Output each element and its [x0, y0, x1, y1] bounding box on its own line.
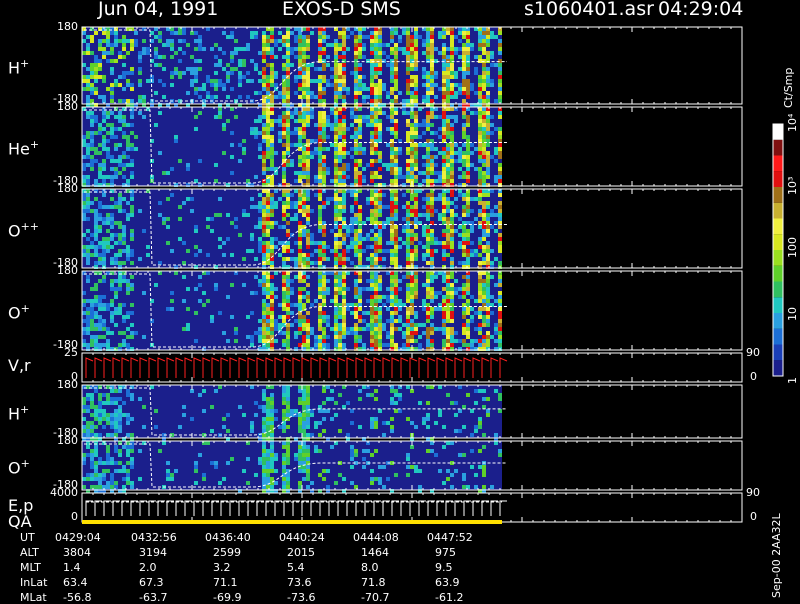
table-cell: 71.8 [361, 576, 386, 589]
y-tick-top: 180 [38, 378, 78, 391]
panel-label: E,pQA [8, 498, 33, 530]
table-cell: 2015 [287, 546, 315, 559]
colorbar-swatch [773, 124, 783, 140]
table-cell: 1464 [361, 546, 389, 559]
panel-label: He+ [8, 137, 39, 157]
table-cell: 0444:08 [353, 531, 399, 544]
table-cell: -56.8 [63, 591, 91, 604]
panel-label: H+ [8, 402, 29, 422]
table-cell: 8.0 [361, 561, 379, 574]
table-cell: 2.0 [139, 561, 157, 574]
panel-bg [82, 353, 502, 382]
table-cell: 2599 [213, 546, 241, 559]
sms-spectrogram-plot [0, 0, 800, 600]
right-tick-top: 90 [746, 486, 760, 499]
table-cell: 1.4 [63, 561, 81, 574]
colorbar-tick: 10⁴ [786, 114, 799, 132]
panel-label: O+ [8, 301, 30, 321]
colorbar-tick: 10³ [786, 177, 799, 195]
panel-label: O++ [8, 219, 39, 239]
table-cell: 0432:56 [131, 531, 177, 544]
colorbar-swatch [773, 266, 783, 282]
colorbar-swatch [773, 282, 783, 298]
table-cell: 3194 [139, 546, 167, 559]
y-tick-top: 25 [38, 346, 78, 359]
colorbar-tick: 100 [786, 237, 799, 258]
colorbar-swatch [773, 345, 783, 361]
table-cell: 0436:40 [205, 531, 251, 544]
table-row-name: MLT [20, 561, 41, 574]
table-cell: -73.6 [287, 591, 315, 604]
table-cell: 67.3 [139, 576, 164, 589]
table-row-name: InLat [20, 576, 47, 589]
colorbar-swatch [773, 156, 783, 172]
colorbar-swatch [773, 329, 783, 345]
table-cell: 9.5 [435, 561, 453, 574]
table-cell: 975 [435, 546, 456, 559]
table-cell: 63.4 [63, 576, 88, 589]
table-cell: 3804 [63, 546, 91, 559]
header-instrument: EXOS-D SMS [282, 0, 401, 20]
y-tick-top: 180 [38, 100, 78, 113]
y-tick-top: 180 [38, 182, 78, 195]
y-tick-top: 180 [38, 264, 78, 277]
spectrogram-bg [82, 441, 502, 490]
colorbar-title: Ct/Smp [782, 68, 795, 108]
table-cell: -63.7 [139, 591, 167, 604]
table-cell: 5.4 [287, 561, 305, 574]
colorbar-swatch [773, 140, 783, 156]
y-tick-bottom: 0 [38, 510, 78, 523]
panel-bg [82, 493, 502, 522]
panel-label: H+ [8, 56, 29, 76]
table-cell: 0429:04 [55, 531, 101, 544]
colorbar-swatch [773, 219, 783, 235]
colorbar-swatch [773, 360, 783, 376]
header-date: Jun 04, 1991 [98, 0, 218, 20]
qa-bar [82, 520, 502, 524]
table-row-name: MLat [20, 591, 47, 604]
colorbar-swatch [773, 203, 783, 219]
colorbar-swatch [773, 250, 783, 266]
header-file: s1060401.asr [524, 0, 654, 20]
y-tick-top: 180 [38, 434, 78, 447]
table-cell: 63.9 [435, 576, 460, 589]
y-tick-top: 180 [38, 20, 78, 33]
y-tick-top: 4000 [38, 486, 78, 499]
colorbar-swatch [773, 234, 783, 250]
table-cell: 0440:24 [279, 531, 325, 544]
colorbar-swatch [773, 297, 783, 313]
table-cell: 3.2 [213, 561, 231, 574]
header-start-time: 04:29:04 [658, 0, 743, 20]
colorbar-tick: 1 [786, 377, 799, 384]
table-row-name: ALT [20, 546, 39, 559]
table-cell: 71.1 [213, 576, 238, 589]
table-row-name: UT [20, 531, 35, 544]
panel-label: O+ [8, 456, 30, 476]
right-tick-bottom: 0 [750, 370, 757, 383]
colorbar-swatch [773, 187, 783, 203]
table-cell: 73.6 [287, 576, 312, 589]
right-tick-bottom: 0 [750, 510, 757, 523]
table-cell: 0447:52 [427, 531, 473, 544]
table-cell: -70.7 [361, 591, 389, 604]
footer-code: Sep-00 2AA32L [770, 513, 783, 598]
table-cell: -61.2 [435, 591, 463, 604]
panel-label: V,r [8, 358, 31, 374]
right-tick-top: 90 [746, 346, 760, 359]
colorbar-tick: 10 [786, 307, 799, 321]
table-cell: -69.9 [213, 591, 241, 604]
colorbar-swatch [773, 313, 783, 329]
colorbar-swatch [773, 171, 783, 187]
